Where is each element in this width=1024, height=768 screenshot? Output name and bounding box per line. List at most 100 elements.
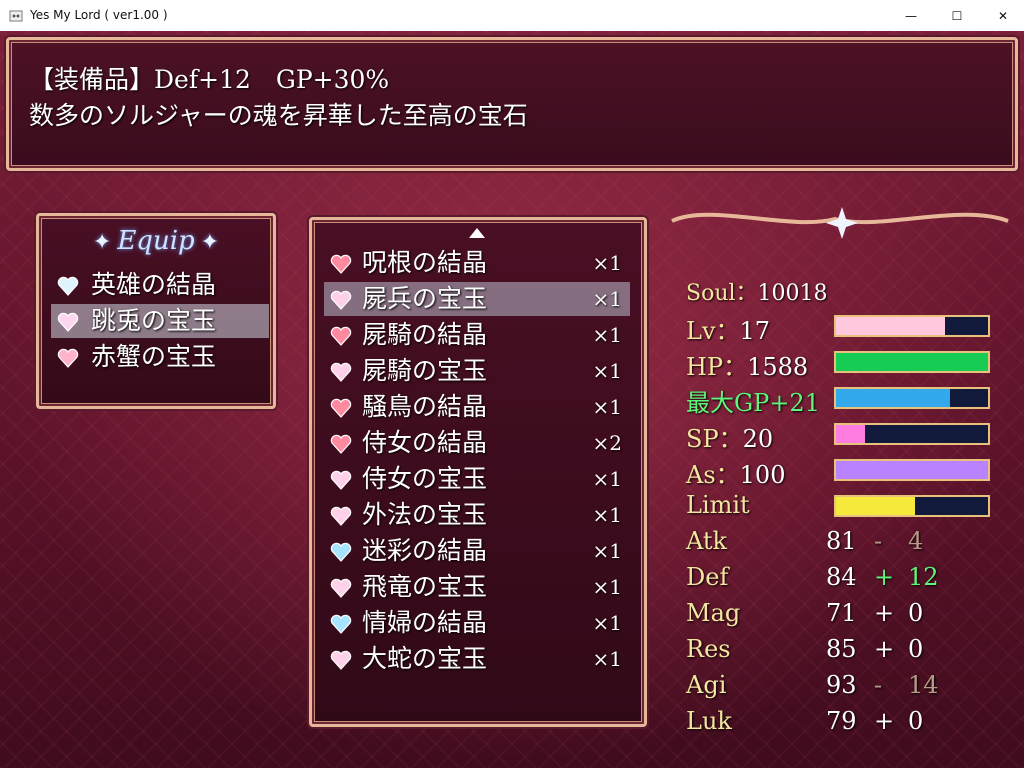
gem-quantity: ×1 — [592, 251, 622, 275]
gauge-label-text: As： — [686, 461, 740, 489]
gem-list-item[interactable]: 屍騎の宝玉 ×1 — [324, 354, 630, 388]
equip-title-text: Equip — [117, 226, 195, 256]
gauge-bar — [834, 351, 990, 373]
gem-name: 屍騎の宝玉 — [362, 356, 488, 385]
equip-slot-label: 跳兎の宝玉 — [91, 306, 217, 335]
gem-name: 大蛇の宝玉 — [362, 644, 488, 673]
param-sign: + — [874, 599, 895, 627]
gem-name: 呪根の結晶 — [362, 248, 488, 277]
param-name: Mag — [686, 599, 741, 627]
param-mod: 0 — [908, 635, 924, 663]
gauge-label-text: Lv： — [686, 317, 740, 345]
gem-list-item[interactable]: 屍兵の宝玉 ×1 — [324, 282, 630, 316]
gem-heart-icon — [57, 312, 79, 332]
gauge-bar — [834, 315, 990, 337]
minimize-icon: — — [905, 8, 917, 23]
close-button[interactable]: ✕ — [980, 0, 1024, 31]
soul-stat: Soul：10018 — [686, 275, 828, 307]
gem-name: 屍騎の結晶 — [362, 320, 488, 349]
equip-slot-selected[interactable]: 跳兎の宝玉 — [51, 304, 269, 338]
gauge-value: 1588 — [747, 353, 809, 381]
param-base: 81 — [826, 527, 857, 555]
param-name: Agi — [686, 671, 727, 699]
gem-list-item[interactable]: 迷彩の結晶 ×1 — [324, 534, 630, 568]
equip-title: ✦ Equip ✦ — [39, 226, 273, 256]
gauge-fill — [836, 497, 916, 515]
param-name: Luk — [686, 707, 732, 735]
gauge-bar — [834, 423, 990, 445]
help-text-line-1: 【装備品】Def+12 GP+30% — [29, 65, 390, 94]
gauge-label-text: SP： — [686, 425, 743, 453]
gem-name: 迷彩の結晶 — [362, 536, 488, 565]
gem-name: 侍女の結晶 — [362, 428, 488, 457]
help-window: 【装備品】Def+12 GP+30% 数多のソルジャーの魂を昇華した至高の宝石 — [6, 37, 1018, 171]
param-mod: 14 — [908, 671, 939, 699]
param-base: 71 — [826, 599, 857, 627]
ornament-flourish-icon — [671, 207, 1009, 239]
gem-heart-icon — [330, 614, 352, 634]
gem-heart-icon — [57, 276, 79, 296]
equip-window: ✦ Equip ✦ 英雄の結晶 跳兎の宝玉 赤蟹の宝玉 — [36, 213, 276, 409]
gauge-fill — [836, 461, 988, 479]
gem-list-item[interactable]: 騒鳥の結晶 ×1 — [324, 390, 630, 424]
gem-quantity: ×1 — [592, 467, 622, 491]
gem-heart-icon — [330, 506, 352, 526]
gem-heart-icon — [330, 254, 352, 274]
gem-quantity: ×1 — [592, 287, 622, 311]
gem-list-item[interactable]: 侍女の結晶 ×2 — [324, 426, 630, 460]
gauge-label-text: 最大GP+21 — [686, 389, 820, 417]
status-window: Soul：10018 Lv：17 HP：1588 最大GP+21 SP：20 As：10… — [670, 201, 1010, 741]
gem-heart-icon — [330, 470, 352, 490]
close-icon: ✕ — [997, 8, 1009, 23]
param-sign: + — [874, 707, 895, 735]
maximize-icon: ☐ — [951, 8, 963, 23]
gem-quantity: ×1 — [592, 539, 622, 563]
gem-quantity: ×1 — [592, 395, 622, 419]
gem-name: 騒鳥の結晶 — [362, 392, 488, 421]
app-icon — [9, 10, 23, 22]
gem-name: 外法の宝玉 — [362, 500, 488, 529]
gem-heart-icon — [330, 290, 352, 310]
gem-list-item[interactable]: 外法の宝玉 ×1 — [324, 498, 630, 532]
gem-list-item[interactable]: 侍女の宝玉 ×1 — [324, 462, 630, 496]
window-titlebar: Yes My Lord ( ver1.00 ) — ☐ ✕ — [0, 0, 1024, 32]
gem-list-item[interactable]: 呪根の結晶 ×1 — [324, 246, 630, 280]
param-mod: 12 — [908, 563, 939, 591]
param-mod: 0 — [908, 599, 924, 627]
gem-heart-icon — [330, 578, 352, 598]
maximize-button[interactable]: ☐ — [934, 0, 980, 31]
gem-list-window: 呪根の結晶 ×1 屍兵の宝玉 ×1 屍騎の結晶 ×1 屍騎の宝玉 ×1 騒鳥の結晶 ×1 侍女の結晶… — [309, 217, 647, 727]
gauge-label: Limit — [686, 491, 750, 519]
soul-label: Soul： — [686, 281, 758, 306]
gauge-label: SP：20 — [686, 419, 773, 454]
param-base: 85 — [826, 635, 857, 663]
gauge-value: 20 — [742, 425, 774, 453]
gauge-fill — [836, 425, 865, 443]
gem-heart-icon — [330, 326, 352, 346]
param-sign: + — [874, 563, 895, 591]
game-screen: 【装備品】Def+12 GP+30% 数多のソルジャーの魂を昇華した至高の宝石 … — [0, 31, 1024, 768]
gem-list-item[interactable]: 大蛇の宝玉 ×1 — [324, 642, 630, 676]
gem-name: 侍女の宝玉 — [362, 464, 488, 493]
param-base: 84 — [826, 563, 857, 591]
minimize-button[interactable]: — — [888, 0, 934, 31]
gem-heart-icon — [330, 398, 352, 418]
gem-name: 飛竜の宝玉 — [362, 572, 488, 601]
param-name: Def — [686, 563, 729, 591]
param-mod: 4 — [908, 527, 924, 555]
scroll-up-arrow-icon[interactable] — [469, 228, 485, 238]
gem-list-item[interactable]: 屍騎の結晶 ×1 — [324, 318, 630, 352]
gem-heart-icon — [330, 650, 352, 670]
equip-slot[interactable]: 英雄の結晶 — [51, 268, 269, 302]
gem-quantity: ×1 — [592, 647, 622, 671]
gem-quantity: ×1 — [592, 323, 622, 347]
gem-list-item[interactable]: 情婦の結晶 ×1 — [324, 606, 630, 640]
param-name: Res — [686, 635, 731, 663]
gauge-label: As：100 — [686, 455, 785, 490]
equip-slot[interactable]: 赤蟹の宝玉 — [51, 340, 269, 374]
gem-quantity: ×2 — [592, 431, 622, 455]
gauge-bar — [834, 495, 990, 517]
gem-list-item[interactable]: 飛竜の宝玉 ×1 — [324, 570, 630, 604]
gem-heart-icon — [57, 348, 79, 368]
gauge-label-text: Limit — [686, 491, 750, 519]
